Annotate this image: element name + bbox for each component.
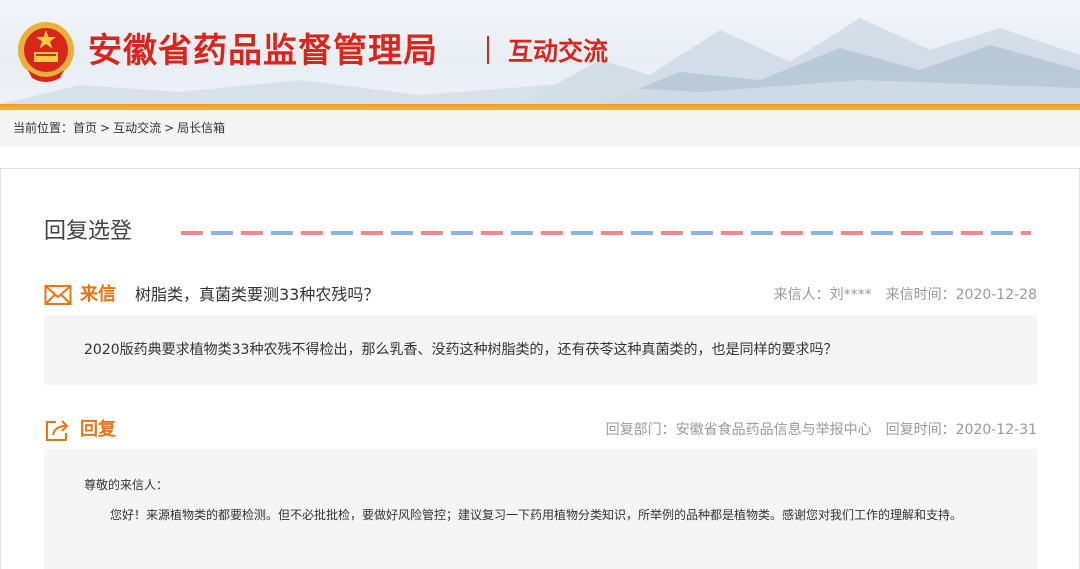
reply-body: 您好！来源植物类的都要检测。但不必批批检，要做好风险管控；建议复习一下药用植物分…: [110, 508, 963, 522]
letter-content-box: 2020版药典要求植物类33种农残不得检出，那么乳香、没药这种树脂类的，还有茯苓…: [44, 315, 1037, 385]
reply-dept-label: 回复部门：: [605, 422, 676, 438]
envelope-icon: [44, 285, 72, 305]
breadcrumb-interaction-link[interactable]: 互动交流: [113, 121, 161, 135]
breadcrumb-home-link[interactable]: 首页: [73, 121, 97, 135]
airmail-stripe-divider: [181, 231, 1031, 235]
site-header: 安徽省药品监督管理局 互动交流: [0, 0, 1080, 104]
letter-time-label: 来信时间：: [885, 287, 956, 303]
breadcrumb-prefix: 当前位置：: [13, 121, 74, 135]
breadcrumb-mailbox-link[interactable]: 局长信箱: [177, 121, 225, 135]
letter-body: 2020版药典要求植物类33种农残不得检出，那么乳香、没药这种树脂类的，还有茯苓…: [84, 342, 838, 358]
reply-panel: 回复选登 来信 树脂类，真菌类要测33种农残吗？ 来信人：刘**** 来信时间：2…: [0, 168, 1080, 569]
reply-dept: 安徽省食品药品信息与举报中心: [675, 422, 872, 438]
letter-subject: 树脂类，真菌类要测33种农残吗？: [135, 285, 380, 304]
breadcrumb-separator: >: [100, 121, 111, 135]
letter-meta: 来信人：刘**** 来信时间：2020-12-28: [774, 282, 1037, 308]
sender-label: 来信人：: [773, 287, 830, 303]
reply-time-label: 回复时间：: [885, 422, 956, 438]
reply-greeting: 尊敬的来信人：: [84, 478, 169, 492]
share-reply-icon: [46, 420, 69, 441]
letter-time: 2020-12-28: [955, 287, 1037, 303]
national-emblem-icon: [18, 22, 74, 82]
title-divider: [487, 36, 489, 64]
letter-header: 来信 树脂类，真菌类要测33种农残吗？ 来信人：刘**** 来信时间：2020-1…: [44, 282, 1037, 308]
reply-header: 回复 回复部门：安徽省食品药品信息与举报中心 回复时间：2020-12-31: [44, 417, 1037, 443]
site-title: 安徽省药品监督管理局: [88, 31, 438, 71]
panel-heading: 回复选登: [44, 219, 133, 244]
sender-name: 刘****: [829, 287, 872, 303]
reply-label: 回复: [80, 419, 116, 440]
reply-time: 2020-12-31: [955, 422, 1037, 438]
reply-content-box: 尊敬的来信人： 您好！来源植物类的都要检测。但不必批批检，要做好风险管控；建议复…: [44, 449, 1037, 569]
breadcrumb-separator: >: [164, 121, 175, 135]
reply-meta: 回复部门：安徽省食品药品信息与举报中心 回复时间：2020-12-31: [606, 417, 1037, 443]
section-title: 互动交流: [508, 37, 609, 66]
breadcrumb: 当前位置：首页 > 互动交流 > 局长信箱: [0, 110, 1080, 147]
letter-label: 来信: [80, 284, 116, 305]
